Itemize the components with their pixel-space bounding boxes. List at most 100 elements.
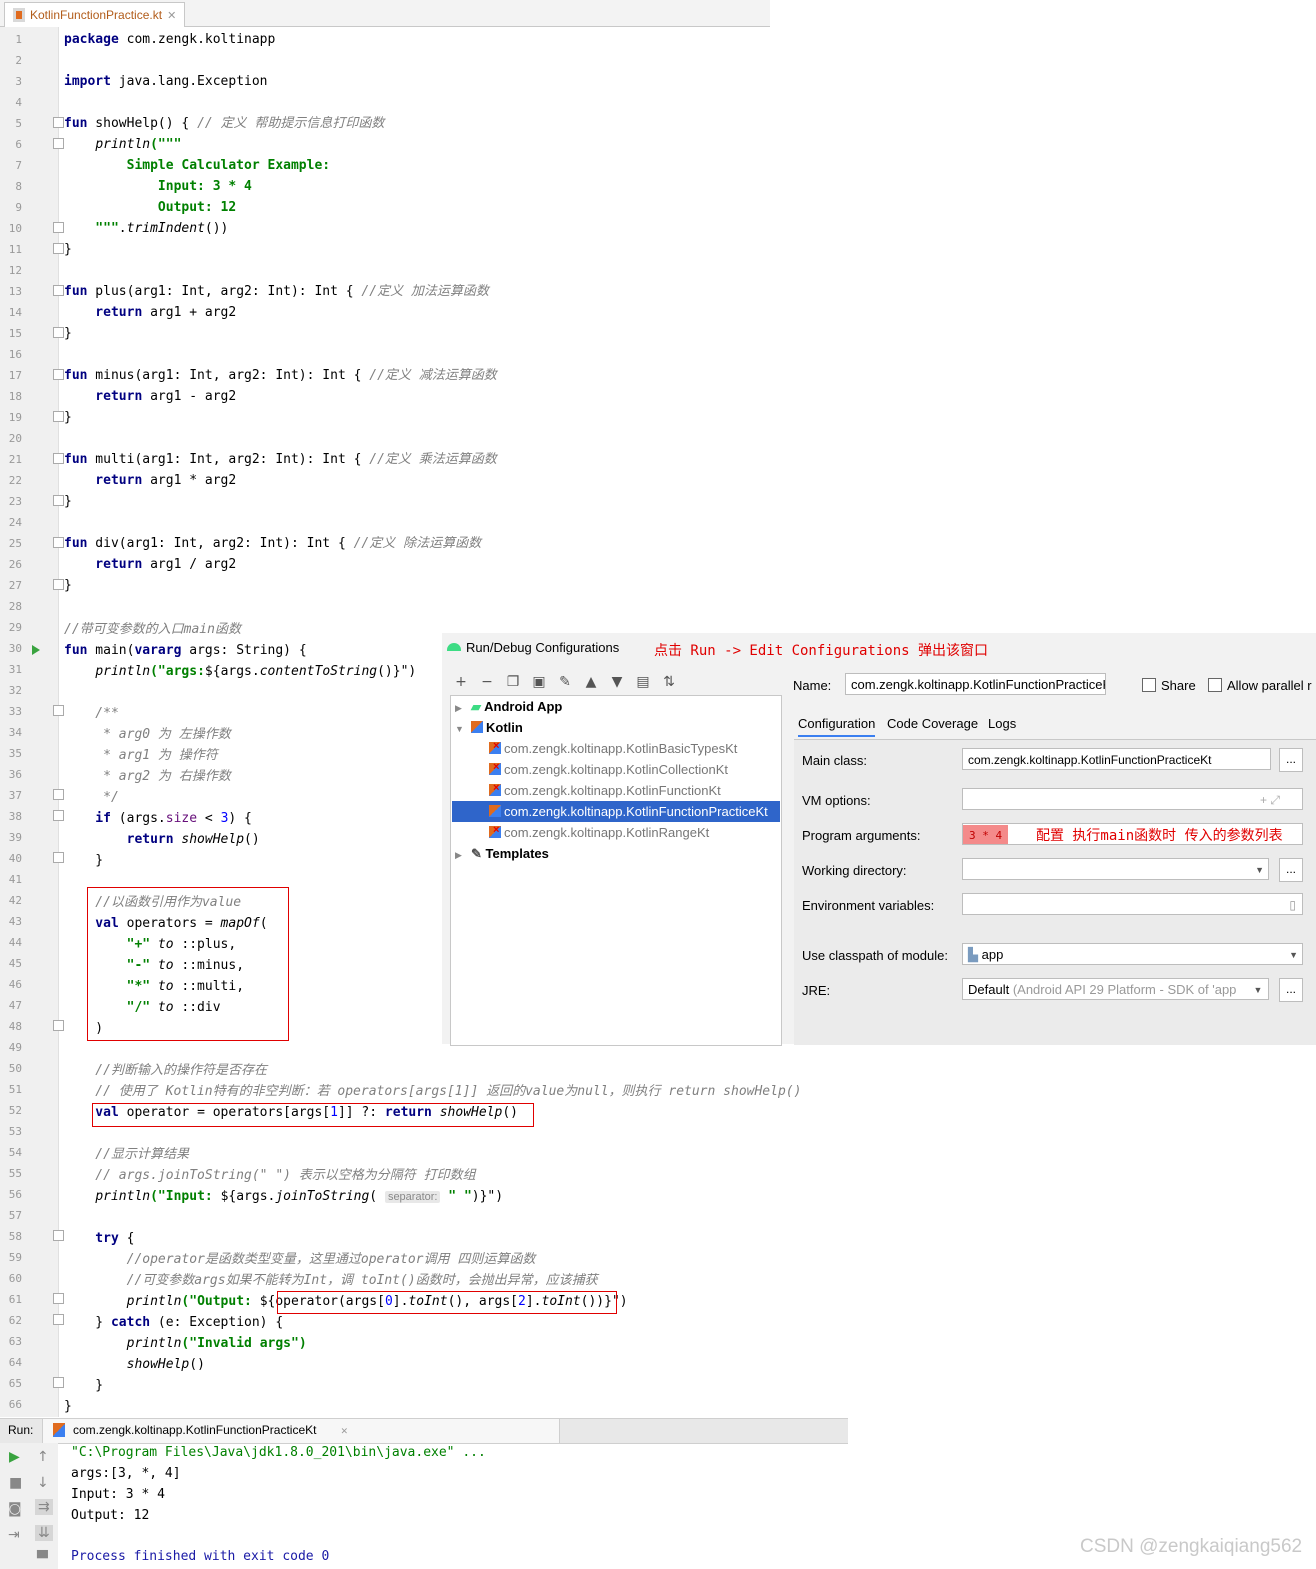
browse-button[interactable]: ... (1279, 748, 1303, 772)
arrow-up-icon[interactable]: ▲ (582, 673, 600, 691)
run-gutter-icon[interactable] (32, 645, 40, 655)
tree-item-android-app[interactable]: ▰ Android App (471, 696, 562, 717)
tab-code-coverage[interactable]: Code Coverage (887, 716, 978, 731)
tree-item-config[interactable]: com.zengk.koltinapp.KotlinRangeKt (489, 820, 709, 843)
line-number: 7 (15, 159, 22, 172)
folder-icon[interactable]: ▤ (634, 673, 652, 691)
chevron-right-icon[interactable]: ▶ (455, 703, 462, 714)
fold-marker-icon[interactable] (53, 789, 64, 800)
fold-marker-icon[interactable] (53, 138, 64, 149)
fold-marker-icon[interactable] (53, 537, 64, 548)
expand-icon[interactable]: + ⤢ (1260, 789, 1280, 809)
chevron-down-icon[interactable]: ▼ (1255, 859, 1264, 879)
code-line: return arg1 / arg2 (64, 557, 237, 572)
copy-icon[interactable]: ❐ (504, 673, 522, 691)
highlight-box-operator-line (92, 1103, 534, 1127)
fold-marker-icon[interactable] (53, 1020, 64, 1031)
code-line: package com.zengk.koltinapp (64, 32, 276, 47)
wrench-icon[interactable]: ✎ (556, 673, 574, 691)
chevron-down-icon[interactable]: ▼ (455, 724, 464, 734)
file-tab[interactable]: KotlinFunctionPractice.kt ✕ (4, 2, 186, 27)
run-side-toolbar: ▶ ↑ ■ ↓ ◙ ⇉ ⇥ ⇊ ▀ (0, 1443, 58, 1569)
fold-marker-icon[interactable] (53, 285, 64, 296)
fold-marker-icon[interactable] (53, 579, 64, 590)
code-line: //显示计算结果 (64, 1147, 189, 1162)
fold-marker-icon[interactable] (53, 1293, 64, 1304)
line-number-gutter: 1 2 3 4 5 6 7 8 9 10 11 12 13 14 15 16 17 18 19 20 21 22 23 24 2… (0, 27, 59, 1417)
tree-item-config[interactable]: com.zengk.koltinapp.KotlinCollectionKt (489, 757, 728, 780)
tab-logs[interactable]: Logs (988, 716, 1016, 731)
line-number: 43 (8, 915, 22, 928)
run-label: Run: (8, 1423, 34, 1437)
code-line: fun multi(arg1: Int, arg2: Int): Int { /… (64, 452, 497, 467)
line-number: 9 (15, 201, 22, 214)
code-line: println("Invalid args") (126, 1336, 307, 1351)
code-line: fun minus(arg1: Int, arg2: Int): Int { /… (64, 368, 497, 383)
close-icon[interactable]: ✕ (341, 1424, 348, 1437)
allow-parallel-checkbox[interactable]: Allow parallel r (1208, 678, 1312, 693)
sort-icon[interactable]: ⇅ (660, 673, 678, 691)
name-input[interactable]: com.zengk.koltinapp.KotlinFunctionPracti… (845, 673, 1106, 695)
save-icon[interactable]: ▣ (530, 673, 548, 691)
document-icon[interactable]: ▯ (1289, 894, 1296, 914)
jre-select[interactable]: Default (Android API 29 Platform - SDK o… (962, 978, 1269, 1000)
fold-marker-icon[interactable] (53, 1230, 64, 1241)
environment-variables-input[interactable]: ▯ (962, 893, 1303, 915)
tree-item-config-selected[interactable]: com.zengk.koltinapp.KotlinFunctionPracti… (489, 801, 768, 822)
fold-marker-icon[interactable] (53, 411, 64, 422)
fold-marker-icon[interactable] (53, 243, 64, 254)
scroll-to-end-icon[interactable]: ⇊ (35, 1525, 53, 1541)
fold-marker-icon[interactable] (53, 1377, 64, 1388)
line-number: 51 (8, 1083, 22, 1096)
stop-icon[interactable]: ■ (9, 1475, 22, 1491)
fold-marker-icon[interactable] (53, 852, 64, 863)
line-number: 26 (8, 558, 22, 571)
fold-marker-icon[interactable] (53, 222, 64, 233)
code-line: //operator是函数类型变量，这里通过operator调用 四则运算函数 (64, 1252, 536, 1267)
tree-item-config[interactable]: com.zengk.koltinapp.KotlinFunctionKt (489, 778, 721, 801)
browse-button[interactable]: ... (1279, 978, 1303, 1002)
minus-icon[interactable]: − (478, 673, 496, 691)
camera-icon[interactable]: ◙ (8, 1501, 22, 1517)
program-arguments-value: 3 * 4 (963, 825, 1009, 844)
browse-button[interactable]: ... (1279, 858, 1303, 882)
code-line: //判断输入的操作符是否存在 (64, 1063, 267, 1078)
arrow-down-icon[interactable]: ↓ (37, 1475, 49, 1491)
line-number: 45 (8, 957, 22, 970)
fold-marker-icon[interactable] (53, 117, 64, 128)
line-number: 1 (15, 33, 22, 46)
tree-item-kotlin[interactable]: Kotlin (471, 717, 523, 738)
arrow-up-icon[interactable]: ↑ (37, 1449, 49, 1465)
code-line: println("args:${args.contentToString()}"… (95, 664, 417, 679)
fold-marker-icon[interactable] (53, 495, 64, 506)
tab-configuration[interactable]: Configuration (798, 716, 876, 737)
run-tab[interactable]: com.zengk.koltinapp.KotlinFunctionPracti… (42, 1419, 560, 1443)
working-directory-input[interactable]: ▼ (962, 858, 1269, 880)
print-icon[interactable]: ▀ (37, 1551, 48, 1567)
fold-marker-icon[interactable] (53, 369, 64, 380)
classpath-module-select[interactable]: ▙ app ▼ (962, 943, 1303, 965)
close-icon[interactable]: ✕ (167, 9, 176, 22)
fold-marker-icon[interactable] (53, 453, 64, 464)
line-number: 48 (8, 1020, 22, 1033)
soft-wrap-icon[interactable]: ⇉ (35, 1499, 53, 1515)
vm-options-input[interactable]: + ⤢ (962, 788, 1303, 810)
fold-marker-icon[interactable] (53, 810, 64, 821)
tree-item-templates[interactable]: ✎ Templates (471, 843, 549, 864)
arrow-down-icon[interactable]: ▼ (608, 673, 626, 691)
fold-marker-icon[interactable] (53, 1314, 64, 1325)
chevron-right-icon[interactable]: ▶ (455, 850, 462, 861)
line-number: 17 (8, 369, 22, 382)
fold-marker-icon[interactable] (53, 705, 64, 716)
main-class-input[interactable]: com.zengk.koltinapp.KotlinFunctionPracti… (962, 748, 1271, 770)
login-icon[interactable]: ⇥ (8, 1527, 20, 1543)
plus-icon[interactable]: + (452, 673, 470, 691)
fold-marker-icon[interactable] (53, 327, 64, 338)
kotlin-config-icon (489, 805, 501, 817)
tree-item-config[interactable]: com.zengk.koltinapp.KotlinBasicTypesKt (489, 736, 737, 759)
share-checkbox[interactable]: Share (1142, 678, 1196, 693)
kotlin-config-error-icon (489, 820, 501, 841)
rerun-icon[interactable]: ▶ (9, 1449, 20, 1465)
line-number: 11 (8, 243, 22, 256)
code-line: Output: 12 (64, 200, 237, 215)
